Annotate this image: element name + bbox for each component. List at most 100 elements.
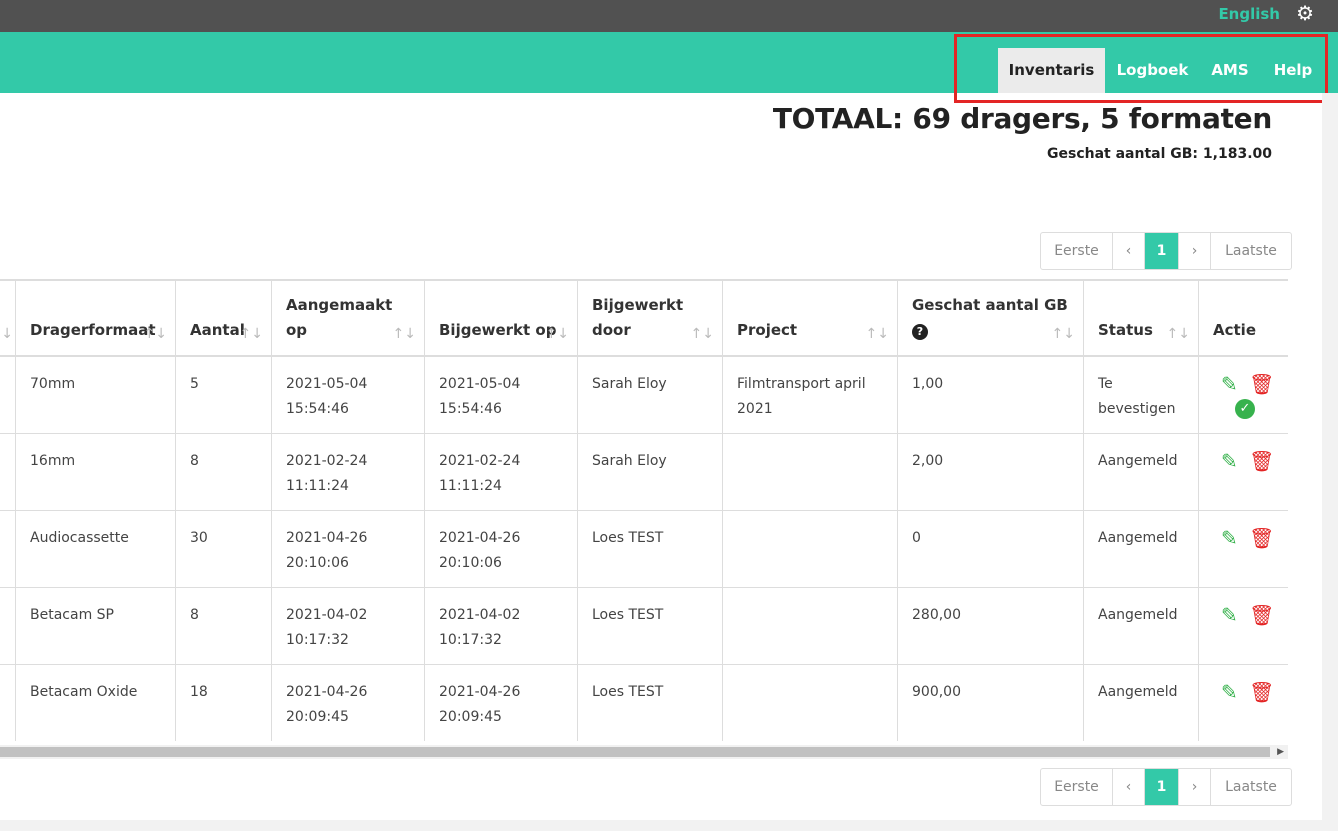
table-row: Betacam SP 8 2021-04-02 10:17:32 2021-04-… [0,588,1288,665]
cell-created: 2021-05-04 15:54:46 [272,357,425,433]
cell-hidden [0,665,16,741]
cell-created: 2021-04-26 20:09:45 [272,665,425,741]
cell-actions: ✎ 🗑 [1199,665,1288,741]
edit-icon[interactable]: ✎ [1221,526,1238,551]
col-aangemaakt-op[interactable]: Aangemaakt op ↑↓ [272,281,425,357]
cell-actions: ✎ 🗑 [1199,511,1288,587]
cell-count: 5 [176,357,272,433]
table-row: 70mm 5 2021-05-04 15:54:46 2021-05-04 15:5… [0,357,1288,434]
col-actie: Actie [1213,321,1256,339]
trash-icon[interactable]: 🗑 [1249,603,1274,628]
cell-updated: 2021-04-26 20:09:45 [425,665,578,741]
pagination-next[interactable]: › [1179,233,1211,269]
col-status[interactable]: Status ↑↓ [1084,281,1199,357]
right-gutter [1322,93,1338,831]
cell-gb: 280,00 [898,588,1084,664]
cell-updated: 2021-05-04 15:54:46 [425,357,578,433]
col-dragerformaat[interactable]: Dragerformaat ↑↓ [16,281,176,357]
cell-hidden [0,434,16,510]
scroll-right-arrow-icon[interactable]: ▶ [1277,745,1284,759]
pagination-prev[interactable]: ‹ [1113,769,1145,805]
cell-created: 2021-04-26 20:10:06 [272,511,425,587]
cell-actions: ✎ 🗑 [1199,434,1288,510]
check-circle-icon[interactable]: ✓ [1235,399,1255,419]
trash-icon[interactable]: 🗑 [1249,449,1274,474]
cell-updated: 2021-04-02 10:17:32 [425,588,578,664]
cell-gb: 2,00 [898,434,1084,510]
cell-format: Betacam SP [16,588,176,664]
language-selector[interactable]: English [1218,5,1280,23]
pagination-first[interactable]: Eerste [1041,769,1113,805]
cell-count: 8 [176,588,272,664]
cell-project: Filmtransport april 2021 [723,357,898,433]
cell-gb: 1,00 [898,357,1084,433]
cell-updated-by: Loes TEST [578,588,723,664]
cell-created: 2021-02-24 11:11:24 [272,434,425,510]
col-geschat-gb[interactable]: Geschat aantal GB ? ↑↓ [898,281,1084,357]
cell-project [723,665,898,741]
top-bar [0,0,1338,32]
cell-count: 30 [176,511,272,587]
col-hidden[interactable]: ↓ [0,281,16,357]
pagination-last[interactable]: Laatste [1211,769,1291,805]
cell-status: Aangemeld [1084,434,1199,510]
pagination-bottom: Eerste ‹ 1 › Laatste [1040,768,1292,806]
pagination-last[interactable]: Laatste [1211,233,1291,269]
help-icon[interactable]: ? [912,324,928,340]
cell-project [723,511,898,587]
edit-icon[interactable]: ✎ [1221,449,1238,474]
cell-format: Betacam Oxide [16,665,176,741]
cell-format: 70mm [16,357,176,433]
edit-icon[interactable]: ✎ [1221,603,1238,628]
cell-gb: 900,00 [898,665,1084,741]
cell-actions: ✎ 🗑 [1199,588,1288,664]
cell-count: 8 [176,434,272,510]
cell-project [723,588,898,664]
gear-icon[interactable]: ⚙ [1296,3,1314,23]
cell-updated-by: Loes TEST [578,665,723,741]
horizontal-scrollbar[interactable]: ▶ [0,745,1288,759]
cell-hidden [0,511,16,587]
pagination-top: Eerste ‹ 1 › Laatste [1040,232,1292,270]
cell-project [723,434,898,510]
table-row: Betacam Oxide 18 2021-04-26 20:09:45 2021… [0,665,1288,742]
cell-format: 16mm [16,434,176,510]
scrollbar-thumb[interactable] [0,747,1270,757]
trash-icon[interactable]: 🗑 [1249,372,1274,397]
cell-updated: 2021-04-26 20:10:06 [425,511,578,587]
cell-count: 18 [176,665,272,741]
edit-icon[interactable]: ✎ [1221,372,1238,397]
table-header: ↓ Dragerformaat ↑↓ Aantal ↑↓ Aangemaakt op… [0,279,1288,357]
col-bijgewerkt-op[interactable]: Bijgewerkt op ↑↓ [425,281,578,357]
cell-status: Aangemeld [1084,588,1199,664]
cell-status: Aangemeld [1084,665,1199,741]
cell-hidden [0,357,16,433]
table-row: 16mm 8 2021-02-24 11:11:24 2021-02-24 11:1… [0,434,1288,511]
bottom-gutter [0,820,1322,831]
pagination-page-1[interactable]: 1 [1145,769,1179,805]
cell-updated-by: Loes TEST [578,511,723,587]
table-row: Audiocassette 30 2021-04-26 20:10:06 2021… [0,511,1288,588]
col-aantal[interactable]: Aantal ↑↓ [176,281,272,357]
estimated-gb-summary: Geschat aantal GB: 1,183.00 [1047,146,1272,162]
col-bijgewerkt-door[interactable]: Bijgewerkt door ↑↓ [578,281,723,357]
cell-status: Te bevestigen [1084,357,1199,433]
trash-icon[interactable]: 🗑 [1249,526,1274,551]
cell-updated-by: Sarah Eloy [578,357,723,433]
cell-created: 2021-04-02 10:17:32 [272,588,425,664]
cell-updated-by: Sarah Eloy [578,434,723,510]
edit-icon[interactable]: ✎ [1221,680,1238,705]
cell-format: Audiocassette [16,511,176,587]
cell-gb: 0 [898,511,1084,587]
pagination-page-1[interactable]: 1 [1145,233,1179,269]
cell-actions: ✎ 🗑 ✓ [1199,357,1288,433]
nav-highlight-box [954,34,1328,103]
col-project[interactable]: Project ↑↓ [723,281,898,357]
cell-updated: 2021-02-24 11:11:24 [425,434,578,510]
trash-icon[interactable]: 🗑 [1249,680,1274,705]
pagination-prev[interactable]: ‹ [1113,233,1145,269]
cell-status: Aangemeld [1084,511,1199,587]
inventory-table: ↓ Dragerformaat ↑↓ Aantal ↑↓ Aangemaakt op… [0,279,1288,745]
pagination-first[interactable]: Eerste [1041,233,1113,269]
pagination-next[interactable]: › [1179,769,1211,805]
